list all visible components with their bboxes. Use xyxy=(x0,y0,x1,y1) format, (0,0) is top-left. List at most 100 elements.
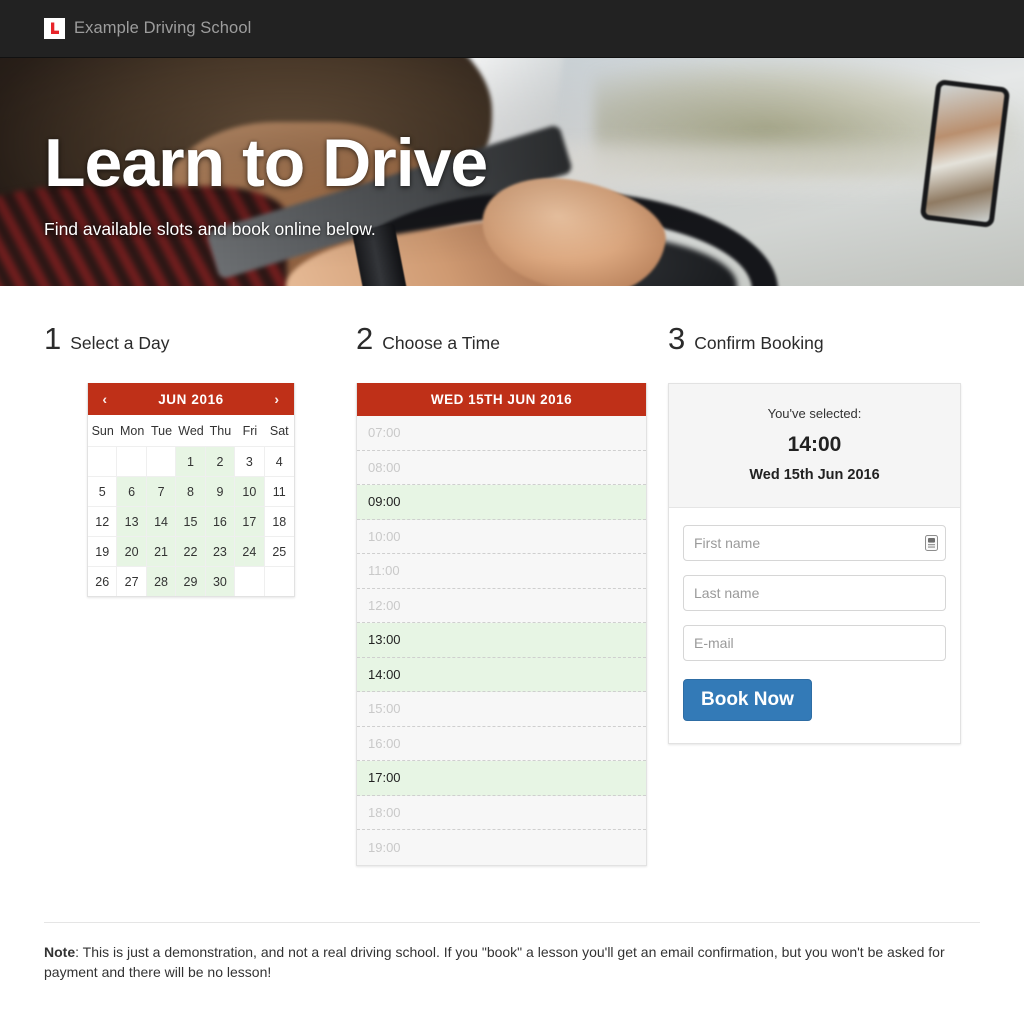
calendar-weekday-wed: Wed xyxy=(178,423,204,438)
step-1-column: 1 Select a Day ‹ JUN 2016 › Sun Mon Tue Wed… xyxy=(44,286,356,866)
calendar-day-4: 4 xyxy=(264,446,294,476)
calendar-day-25: 25 xyxy=(264,536,294,566)
selection-label: You've selected: xyxy=(767,406,862,421)
calendar-weekday-mon: Mon xyxy=(119,423,145,438)
calendar-day-9[interactable]: 9 xyxy=(205,476,236,506)
calendar-header: ‹ JUN 2016 › xyxy=(88,383,294,415)
time-slot-1700[interactable]: 17:00 xyxy=(357,761,646,796)
calendar-day-19: 19 xyxy=(88,536,118,566)
calendar-day-15[interactable]: 15 xyxy=(176,506,206,536)
book-now-button[interactable]: Book Now xyxy=(683,679,812,721)
step-3-number: 3 xyxy=(668,321,686,356)
calendar-day-empty xyxy=(117,446,147,476)
first-name-field[interactable] xyxy=(683,525,946,561)
calendar-day-11: 11 xyxy=(264,476,294,506)
time-slot-1400[interactable]: 14:00 xyxy=(357,657,646,692)
footer-note-prefix: Note xyxy=(44,944,76,960)
hero-title: Learn to Drive xyxy=(44,124,488,201)
footer-note-text: : This is just a demonstration, and not … xyxy=(44,944,945,981)
calendar-day-10[interactable]: 10 xyxy=(235,476,265,506)
calendar-day-8[interactable]: 8 xyxy=(176,476,206,506)
step-1-label: Select a Day xyxy=(70,333,170,353)
calendar-day-2[interactable]: 2 xyxy=(205,446,236,476)
calendar-day-grid[interactable]: 1 2 3 4 5 6 7 8 9 10 11 12 13 14 15 16 17 18 19 20 21 22 23 24 2… xyxy=(88,446,294,596)
time-slot-0700: 07:00 xyxy=(357,416,646,451)
calendar-day-14[interactable]: 14 xyxy=(146,506,177,536)
step-3-column: 3 Confirm Booking You've selected: 14:00… xyxy=(668,286,980,866)
contact-card-icon[interactable] xyxy=(925,535,938,551)
date-picker-calendar[interactable]: ‹ JUN 2016 › Sun Mon Tue Wed Thu Fri Sat 12345… xyxy=(87,383,295,597)
calendar-day-empty xyxy=(88,446,118,476)
calendar-weekday-sat: Sat xyxy=(269,423,289,438)
first-name-row xyxy=(683,525,946,561)
calendar-day-empty xyxy=(235,566,265,596)
calendar-day-5: 5 xyxy=(88,476,118,506)
selection-summary: You've selected: 14:00 Wed 15th Jun 2016 xyxy=(669,384,960,508)
calendar-day-6[interactable]: 6 xyxy=(117,476,147,506)
calendar-day-18: 18 xyxy=(264,506,294,536)
chevron-left-icon[interactable]: ‹ xyxy=(97,392,113,406)
calendar-weekday-thu: Thu xyxy=(209,423,232,438)
calendar-day-28[interactable]: 28 xyxy=(146,566,177,596)
calendar-weekday-sun: Sun xyxy=(91,423,114,438)
calendar-day-1[interactable]: 1 xyxy=(176,446,206,476)
time-slot-1000: 10:00 xyxy=(357,519,646,554)
last-name-row xyxy=(683,575,946,611)
hero-subtitle: Find available slots and book online bel… xyxy=(44,218,376,239)
main-content: 1 Select a Day ‹ JUN 2016 › Sun Mon Tue Wed… xyxy=(0,286,1024,866)
calendar-day-20[interactable]: 20 xyxy=(117,536,147,566)
calendar-day-16[interactable]: 16 xyxy=(205,506,236,536)
last-name-field[interactable] xyxy=(683,575,946,611)
email-row xyxy=(683,625,946,661)
booking-confirm-panel: You've selected: 14:00 Wed 15th Jun 2016 xyxy=(668,383,961,744)
brand-logo-link[interactable]: Example Driving School xyxy=(44,18,251,39)
footer: Note: This is just a demonstration, and … xyxy=(44,922,980,983)
selected-time: 14:00 xyxy=(787,433,842,456)
time-slot-0900[interactable]: 09:00 xyxy=(357,485,646,520)
time-slot-list[interactable]: WED 15TH JUN 2016 07:00 08:00 09:00 10:00 11… xyxy=(356,383,647,866)
step-1-heading: 1 Select a Day xyxy=(44,286,356,354)
calendar-day-3: 3 xyxy=(235,446,265,476)
calendar-weekday-tue: Tue xyxy=(151,423,173,438)
step-3-heading: 3 Confirm Booking xyxy=(668,286,980,354)
time-slot-1800: 18:00 xyxy=(357,795,646,830)
step-2-number: 2 xyxy=(356,321,374,356)
calendar-day-30[interactable]: 30 xyxy=(205,566,236,596)
time-slot-1900: 19:00 xyxy=(357,830,646,865)
hero-banner: Learn to Drive Find available slots and … xyxy=(0,58,1024,286)
calendar-day-24[interactable]: 24 xyxy=(235,536,265,566)
calendar-day-empty xyxy=(264,566,294,596)
time-slot-1500: 15:00 xyxy=(357,692,646,727)
calendar-day-21[interactable]: 21 xyxy=(146,536,177,566)
calendar-day-12: 12 xyxy=(88,506,118,536)
step-2-heading: 2 Choose a Time xyxy=(356,286,668,354)
time-slot-1200: 12:00 xyxy=(357,588,646,623)
footer-note: Note: This is just a demonstration, and … xyxy=(44,942,964,983)
time-slot-date-header: WED 15TH JUN 2016 xyxy=(357,383,646,416)
l-plate-icon xyxy=(44,18,65,39)
calendar-day-13[interactable]: 13 xyxy=(117,506,147,536)
booking-form: Book Now xyxy=(669,508,960,743)
calendar-day-26: 26 xyxy=(88,566,118,596)
calendar-weekday-row: Sun Mon Tue Wed Thu Fri Sat xyxy=(88,415,294,446)
top-navbar: Example Driving School xyxy=(0,0,1024,58)
chevron-right-icon[interactable]: › xyxy=(269,392,285,406)
time-slot-1100: 11:00 xyxy=(357,554,646,589)
calendar-day-23[interactable]: 23 xyxy=(205,536,236,566)
calendar-day-7[interactable]: 7 xyxy=(146,476,177,506)
step-2-label: Choose a Time xyxy=(382,333,500,353)
step-3-label: Confirm Booking xyxy=(694,333,824,353)
brand-name: Example Driving School xyxy=(74,19,252,38)
selected-date: Wed 15th Jun 2016 xyxy=(749,467,880,483)
calendar-day-29[interactable]: 29 xyxy=(176,566,206,596)
step-1-number: 1 xyxy=(44,321,62,356)
calendar-weekday-fri: Fri xyxy=(242,423,258,438)
calendar-month-title: JUN 2016 xyxy=(158,391,224,407)
calendar-day-empty xyxy=(146,446,177,476)
time-slot-1600: 16:00 xyxy=(357,726,646,761)
email-field[interactable] xyxy=(683,625,946,661)
time-slot-1300[interactable]: 13:00 xyxy=(357,623,646,658)
calendar-day-17[interactable]: 17 xyxy=(235,506,265,536)
calendar-day-22[interactable]: 22 xyxy=(176,536,206,566)
calendar-day-27: 27 xyxy=(117,566,147,596)
